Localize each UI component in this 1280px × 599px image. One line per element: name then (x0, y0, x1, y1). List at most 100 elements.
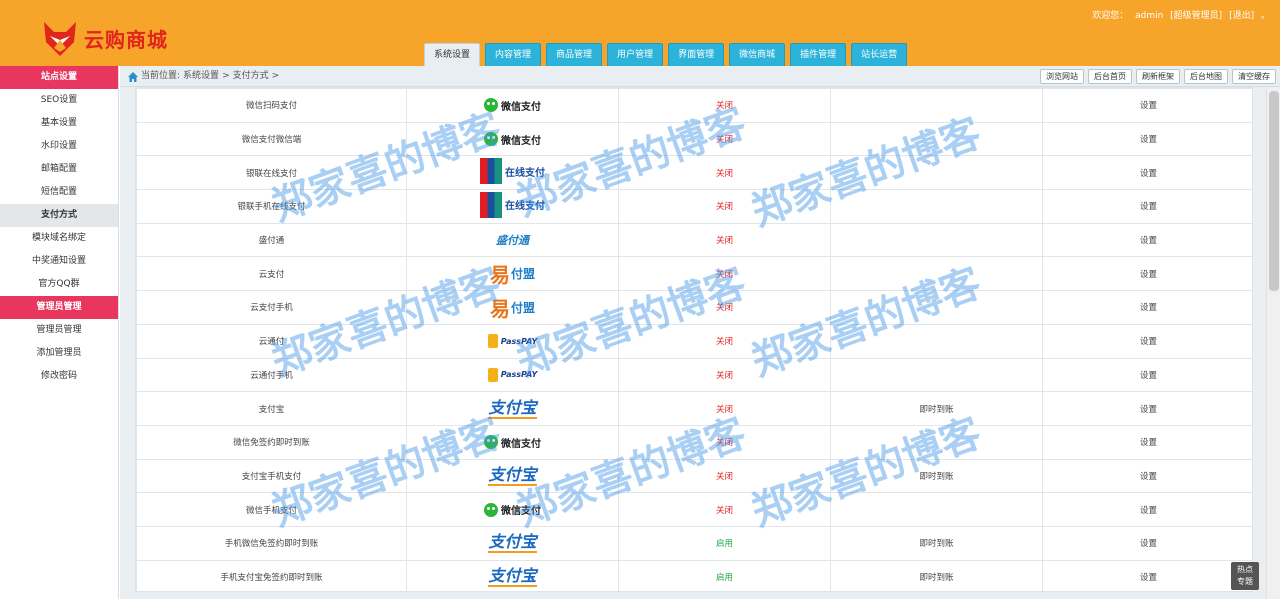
payment-settings-link[interactable]: 设置 (1042, 155, 1252, 191)
payment-name: 微信支付微信端 (136, 121, 407, 157)
refresh-frame-button[interactable]: 刷新框架 (1136, 69, 1180, 84)
logo-text: 在线支付 (505, 167, 545, 179)
payment-table-panel: 微信扫码支付 微信支付 关闭 设置 微信支付微信端 微信支付 关闭 设置 银联在线支付 在线支付关… (135, 87, 1253, 592)
brand-name: 云购商城 (84, 27, 168, 52)
payment-settings-link[interactable]: 设置 (1042, 323, 1252, 359)
breadcrumb-separator: > (271, 71, 280, 81)
payment-status[interactable]: 关闭 (618, 256, 831, 292)
table-row: 银联在线支付 在线支付 关闭 设置 (136, 155, 1252, 191)
tab-user-management[interactable]: 用户管理 (607, 43, 664, 66)
payment-settings-link[interactable]: 设置 (1042, 189, 1252, 224)
clear-cache-button[interactable]: 清空缓存 (1232, 69, 1276, 84)
wechat-icon (484, 502, 498, 517)
payment-settings-link[interactable]: 设置 (1042, 391, 1252, 426)
passpay-mark-icon (487, 334, 498, 349)
sidebar-item-watermark[interactable]: 水印设置 (0, 135, 118, 158)
sidebar-item-basic[interactable]: 基本设置 (0, 112, 118, 135)
breadcrumb: 当前位置: 系统设置 > 支付方式 > (128, 66, 282, 87)
payment-status[interactable]: 关闭 (618, 155, 831, 191)
payment-name: 银联手机在线支付 (136, 189, 407, 224)
payment-status[interactable]: 关闭 (618, 458, 831, 494)
payment-settings-link[interactable]: 设置 (1042, 88, 1252, 123)
payment-arrival-type (830, 155, 1043, 191)
hot-topics-badge[interactable]: 热点 专题 (1231, 562, 1259, 590)
user-info-bar: 欢迎您： admin [超级管理员] [退出] 。 (1088, 8, 1270, 21)
payment-settings-link[interactable]: 设置 (1042, 222, 1252, 258)
payment-settings-link[interactable]: 设置 (1042, 492, 1252, 527)
payment-status[interactable]: 关闭 (618, 323, 831, 359)
tab-webmaster-ops[interactable]: 站长运营 (851, 43, 908, 66)
payment-settings-link[interactable]: 设置 (1042, 525, 1252, 561)
sidebar-section-site-settings[interactable]: 站点设置 (0, 66, 118, 89)
payment-status[interactable]: 关闭 (618, 424, 831, 460)
tab-plugin-management[interactable]: 插件管理 (790, 43, 847, 66)
table-row: 微信免签约即时到账 微信支付 关闭 设置 (136, 424, 1252, 460)
payment-status[interactable]: 关闭 (618, 492, 831, 527)
logo-text: 微信支付 (501, 438, 541, 450)
breadcrumb-system-settings[interactable]: 系统设置 (183, 66, 219, 87)
sidebar-section-admin[interactable]: 管理员管理 (0, 296, 118, 319)
payment-name: 微信扫码支付 (136, 88, 407, 123)
sidebar-item-qq-group[interactable]: 官方QQ群 (0, 273, 118, 296)
unionpay-card-icon (480, 158, 502, 185)
payment-settings-link[interactable]: 设置 (1042, 290, 1252, 325)
payment-logo-cell: PassPAY (406, 357, 619, 393)
payment-arrival-type (830, 222, 1043, 258)
payment-logo-cell: 易付盟 (406, 256, 619, 292)
payment-status[interactable]: 关闭 (618, 391, 831, 426)
payment-status[interactable]: 关闭 (618, 222, 831, 258)
payment-status[interactable]: 关闭 (618, 357, 831, 393)
main-nav-tabs: 系统设置 内容管理 商品管理 用户管理 界面管理 微信商城 插件管理 站长运营 (424, 43, 912, 66)
payment-status[interactable]: 关闭 (618, 121, 831, 157)
payment-arrival-type (830, 492, 1043, 527)
tab-system-settings[interactable]: 系统设置 (424, 43, 481, 66)
tab-content-management[interactable]: 内容管理 (485, 43, 542, 66)
logout-link[interactable]: [退出] (1229, 11, 1254, 21)
wechat-icon (484, 132, 498, 147)
payment-settings-link[interactable]: 设置 (1042, 121, 1252, 157)
sidebar-item-payment[interactable]: 支付方式 (0, 204, 118, 227)
logo-text: 微信支付 (501, 135, 541, 147)
sidebar-item-domain-binding[interactable]: 模块域名绑定 (0, 227, 118, 250)
sidebar-item-win-notify[interactable]: 中奖通知设置 (0, 250, 118, 273)
sidebar-item-seo[interactable]: SEO设置 (0, 89, 118, 112)
payment-status[interactable]: 启用 (618, 525, 831, 561)
payment-status[interactable]: 关闭 (618, 88, 831, 123)
username-link[interactable]: admin (1135, 11, 1163, 21)
yi-mark-icon: 易 (489, 263, 510, 288)
payment-settings-link[interactable]: 设置 (1042, 559, 1252, 591)
logo-text: PassPAY (500, 336, 538, 346)
home-icon (128, 71, 138, 82)
sidebar-item-email[interactable]: 邮箱配置 (0, 158, 118, 181)
scrollbar-thumb[interactable] (1269, 91, 1279, 291)
tab-interface-management[interactable]: 界面管理 (668, 43, 725, 66)
tab-wechat-mall[interactable]: 微信商城 (729, 43, 786, 66)
payment-settings-link[interactable]: 设置 (1042, 458, 1252, 494)
tab-product-management[interactable]: 商品管理 (546, 43, 603, 66)
admin-map-button[interactable]: 后台地图 (1184, 69, 1228, 84)
payment-status[interactable]: 关闭 (618, 189, 831, 224)
breadcrumb-bar: 当前位置: 系统设置 > 支付方式 > 浏览网站 后台首页 刷新框架 后台地图 … (120, 66, 1280, 87)
payment-arrival-type: 即时到账 (830, 525, 1043, 561)
sidebar-item-admin-management[interactable]: 管理员管理 (0, 319, 118, 342)
payment-settings-link[interactable]: 设置 (1042, 357, 1252, 393)
table-row: 微信手机支付 微信支付 关闭 设置 (136, 492, 1252, 527)
scrollbar[interactable] (1266, 87, 1280, 599)
payment-name: 银联在线支付 (136, 155, 407, 191)
payment-name: 支付宝 (136, 391, 407, 426)
payment-status[interactable]: 关闭 (618, 290, 831, 325)
brand-logo[interactable]: 云购商城 (40, 18, 168, 58)
browse-site-button[interactable]: 浏览网站 (1040, 69, 1084, 84)
payment-settings-link[interactable]: 设置 (1042, 256, 1252, 292)
sidebar-item-change-password[interactable]: 修改密码 (0, 365, 118, 388)
sidebar-item-sms[interactable]: 短信配置 (0, 181, 118, 204)
payment-status[interactable]: 启用 (618, 559, 831, 591)
payment-logo-cell: 易付盟 (406, 290, 619, 325)
wechat-pay-logo: 微信支付 (484, 92, 541, 118)
payment-settings-link[interactable]: 设置 (1042, 424, 1252, 460)
sidebar: 站点设置 SEO设置 基本设置 水印设置 邮箱配置 短信配置 支付方式 模块域名… (0, 66, 119, 599)
logo-text: 盛付通 (496, 234, 529, 248)
sidebar-item-add-admin[interactable]: 添加管理员 (0, 342, 118, 365)
admin-home-button[interactable]: 后台首页 (1088, 69, 1132, 84)
breadcrumb-payment[interactable]: 支付方式 (233, 66, 269, 87)
